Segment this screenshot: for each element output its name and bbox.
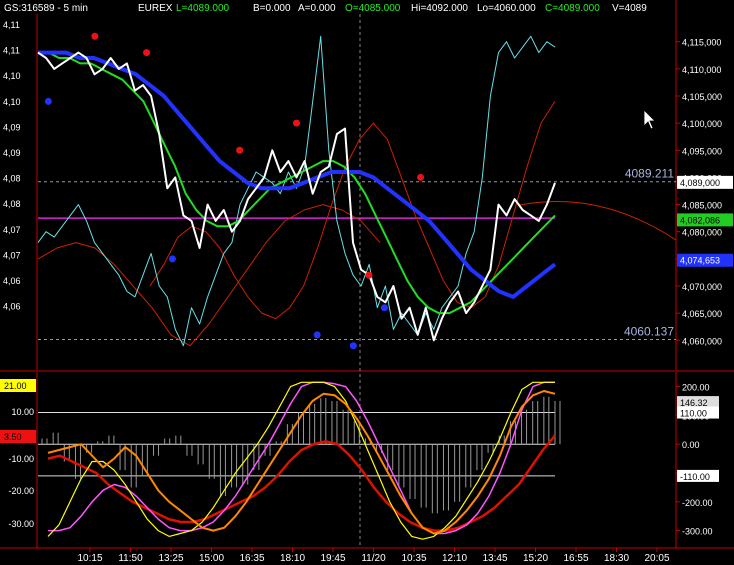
- red-marker: [143, 49, 151, 57]
- header-bid: B=0.000: [253, 3, 291, 14]
- red-marker: [91, 32, 99, 40]
- osc-y-left-tick-label: -20.00: [8, 486, 34, 496]
- x-tick-label: 12:10: [442, 553, 467, 564]
- y-left-tick-label: 4,07: [3, 250, 21, 260]
- osc-right-badge-label: -110.00: [680, 472, 710, 482]
- x-tick-label: 18:10: [280, 553, 305, 564]
- x-tick-label: 10:35: [401, 553, 426, 564]
- x-tick-label: 19:45: [320, 553, 345, 564]
- blue-marker: [168, 255, 176, 263]
- y-left-tick-label: 4,10: [3, 71, 21, 81]
- x-tick-label: 13:45: [482, 553, 507, 564]
- y-tick-label: 4,070,000: [682, 282, 722, 292]
- chart-background: [0, 0, 734, 565]
- header-ask: A=0.000: [298, 3, 336, 14]
- osc-y-tick-label: -200.00: [682, 498, 713, 508]
- blue-marker: [44, 97, 52, 105]
- blue-marker: [313, 331, 321, 339]
- blue-marker: [349, 342, 357, 350]
- y-tick-label: 4,110,000: [682, 65, 721, 75]
- osc-y-left-tick-label: -10.00: [8, 454, 34, 464]
- red-marker: [365, 271, 373, 279]
- header-low: Lo=4060.000: [477, 3, 536, 14]
- y-left-tick-label: 4,09: [3, 122, 21, 132]
- level-label: 4060.137: [624, 325, 674, 339]
- header-volume: V=4089: [612, 3, 647, 14]
- header-open: O=4085.000: [345, 3, 401, 14]
- osc-y-left-tick-label: -30.00: [8, 519, 34, 529]
- red-marker: [293, 119, 300, 127]
- y-left-tick-label: 4,11: [3, 46, 20, 56]
- header-close: C=4089.000: [545, 3, 600, 14]
- osc-y-tick-label: -300.00: [682, 527, 713, 537]
- y-tick-label: 4,105,000: [682, 92, 722, 102]
- price-badge-label: 4,089,000: [680, 178, 720, 188]
- y-tick-label: 4,115,000: [682, 38, 721, 48]
- x-tick-label: 15:00: [199, 553, 224, 564]
- x-tick-label: 10:15: [77, 553, 102, 564]
- x-tick-label: 20:05: [644, 553, 669, 564]
- y-left-tick-label: 4,07: [3, 225, 21, 235]
- osc-y-tick-label: 0.00: [682, 440, 700, 450]
- y-left-tick-label: 4,08: [3, 174, 21, 184]
- y-left-tick-label: 4,08: [3, 199, 21, 209]
- header-high: Hi=4092.000: [411, 3, 468, 14]
- y-left-tick-label: 4,11: [3, 20, 20, 30]
- x-tick-label: 11:50: [118, 553, 143, 564]
- y-tick-label: 4,060,000: [682, 336, 722, 346]
- y-left-tick-label: 4,06: [3, 276, 21, 286]
- x-tick-label: 15:20: [523, 553, 548, 564]
- price-badge-label: 4,074,653: [680, 256, 720, 266]
- osc-y-tick-label: 200.00: [682, 383, 710, 393]
- x-tick-label: 16:55: [563, 553, 588, 564]
- x-tick-label: 11/20: [361, 553, 386, 564]
- y-tick-label: 4,085,000: [682, 201, 722, 211]
- osc-left-badge-label: 3.50: [4, 432, 22, 442]
- x-tick-label: 16:35: [239, 553, 264, 564]
- header-symbol: GS:316589 - 5 min: [4, 3, 88, 14]
- osc-left-badge-label: 21.00: [4, 381, 27, 391]
- y-tick-label: 4,095,000: [682, 146, 722, 156]
- osc-y-left-tick-label: 10.00: [11, 407, 34, 417]
- red-marker: [417, 173, 425, 181]
- blue-marker: [380, 304, 388, 312]
- trading-chart: GS:316589 - 5 min EUREX L=4089.000 B=0.0…: [0, 0, 734, 565]
- y-left-tick-label: 4,09: [3, 148, 21, 158]
- osc-right-badge-label: 110.00: [680, 409, 707, 419]
- header-exchange: EUREX: [138, 3, 173, 14]
- y-left-tick-label: 4,06: [3, 302, 21, 312]
- red-marker: [236, 146, 244, 154]
- y-tick-label: 4,100,000: [682, 119, 722, 129]
- y-left-tick-label: 4,10: [3, 97, 21, 107]
- price-badge-label: 4,082,086: [680, 215, 720, 225]
- level-label: 4089.211: [625, 167, 674, 181]
- header-last: L=4089.000: [176, 3, 230, 14]
- x-tick-label: 18:30: [604, 553, 629, 564]
- y-tick-label: 4,080,000: [682, 228, 722, 238]
- x-tick-label: 13:25: [158, 553, 183, 564]
- y-tick-label: 4,065,000: [682, 309, 722, 319]
